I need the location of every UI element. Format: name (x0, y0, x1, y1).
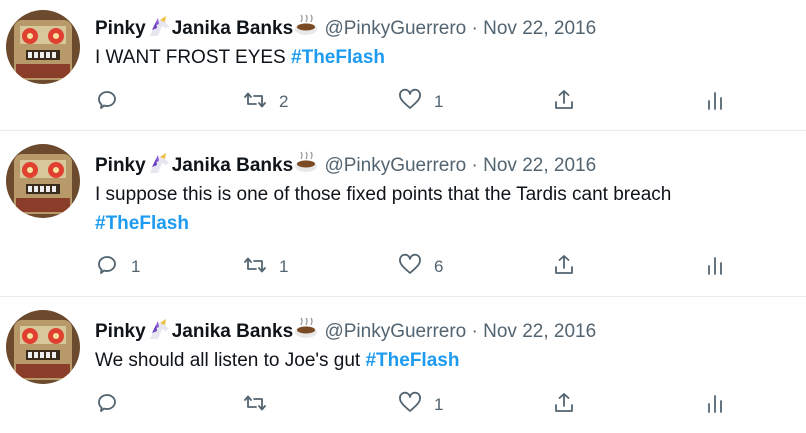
hashtag-link[interactable]: #TheFlash (291, 47, 385, 68)
analytics-icon (703, 253, 727, 282)
hot-beverage-icon (293, 317, 319, 341)
tweet-text: I suppose this is one of those fixed poi… (95, 180, 786, 238)
tweet-actions: 2 1 (95, 88, 755, 117)
tweet[interactable]: Pinky Janika Banks @PinkyGuerrero · Nov 2… (0, 0, 806, 131)
separator-dot: · (471, 155, 478, 176)
hot-beverage-icon (293, 14, 319, 38)
display-name[interactable]: Pinky Janika Banks (95, 14, 319, 39)
analytics-icon (703, 88, 727, 117)
retweet-button[interactable]: 2 (243, 89, 288, 115)
tweet-text: We should all listen to Joe's gut #TheFl… (95, 346, 786, 375)
tweet-header: Pinky Janika Banks @PinkyGuerrero · Nov 2… (95, 317, 596, 344)
tweet-actions: 1 (95, 391, 755, 420)
hashtag-link[interactable]: #TheFlash (365, 350, 459, 371)
hashtag-link[interactable]: #TheFlash (95, 213, 189, 234)
user-handle[interactable]: @PinkyGuerrero (324, 18, 466, 39)
share-button[interactable] (552, 254, 576, 280)
hot-beverage-icon (293, 151, 319, 175)
retweet-icon (243, 88, 267, 117)
tweet[interactable]: Pinky Janika Banks @PinkyGuerrero · Nov 2… (0, 131, 806, 297)
avatar[interactable] (6, 10, 80, 84)
tweet-date[interactable]: Nov 22, 2016 (483, 321, 596, 342)
separator-dot: · (471, 18, 478, 39)
reply-button[interactable] (95, 392, 131, 418)
analytics-icon (703, 391, 727, 420)
retweet-icon (243, 253, 267, 282)
like-button[interactable]: 6 (398, 253, 444, 282)
retweet-count: 2 (279, 92, 289, 111)
reply-icon (95, 253, 119, 282)
like-icon (398, 253, 422, 282)
reply-button[interactable] (95, 89, 131, 115)
tweet-header: Pinky Janika Banks @PinkyGuerrero · Nov 2… (95, 14, 596, 41)
analytics-button[interactable] (703, 392, 727, 418)
share-icon (552, 391, 576, 420)
user-handle[interactable]: @PinkyGuerrero (324, 155, 466, 176)
avatar[interactable] (6, 310, 80, 384)
retweet-count: 1 (279, 257, 289, 276)
tweet-date[interactable]: Nov 22, 2016 (483, 155, 596, 176)
unicorn-icon (146, 317, 172, 341)
tweet-actions: 1 1 6 (95, 253, 755, 282)
tweet-date[interactable]: Nov 22, 2016 (483, 18, 596, 39)
user-handle[interactable]: @PinkyGuerrero (324, 321, 466, 342)
like-button[interactable]: 1 (398, 391, 444, 420)
avatar[interactable] (6, 144, 80, 218)
like-icon (398, 88, 422, 117)
tweet-feed: Pinky Janika Banks @PinkyGuerrero · Nov 2… (0, 0, 806, 433)
share-icon (552, 88, 576, 117)
like-count: 1 (434, 395, 444, 414)
reply-icon (95, 391, 119, 420)
tweet-text-content: I suppose this is one of those fixed poi… (95, 184, 672, 205)
unicorn-icon (146, 151, 172, 175)
retweet-icon (243, 391, 267, 420)
like-count: 6 (434, 257, 444, 276)
tweet-header: Pinky Janika Banks @PinkyGuerrero · Nov 2… (95, 151, 596, 178)
reply-count: 1 (131, 257, 141, 276)
like-button[interactable]: 1 (398, 88, 444, 117)
analytics-button[interactable] (703, 89, 727, 115)
like-count: 1 (434, 92, 444, 111)
display-name[interactable]: Pinky Janika Banks (95, 317, 319, 342)
reply-button[interactable]: 1 (95, 254, 140, 280)
tweet-text: I WANT FROST EYES #TheFlash (95, 43, 786, 72)
display-name[interactable]: Pinky Janika Banks (95, 151, 319, 176)
like-icon (398, 391, 422, 420)
unicorn-icon (146, 14, 172, 38)
share-icon (552, 253, 576, 282)
share-button[interactable] (552, 392, 576, 418)
analytics-button[interactable] (703, 254, 727, 280)
tweet-text-content: We should all listen to Joe's gut (95, 350, 366, 371)
tweet-text-content: I WANT FROST EYES (95, 47, 292, 68)
reply-icon (95, 88, 119, 117)
separator-dot: · (471, 321, 478, 342)
retweet-button[interactable] (243, 392, 279, 418)
retweet-button[interactable]: 1 (243, 254, 288, 280)
share-button[interactable] (552, 89, 576, 115)
tweet[interactable]: Pinky Janika Banks @PinkyGuerrero · Nov 2… (0, 297, 806, 433)
